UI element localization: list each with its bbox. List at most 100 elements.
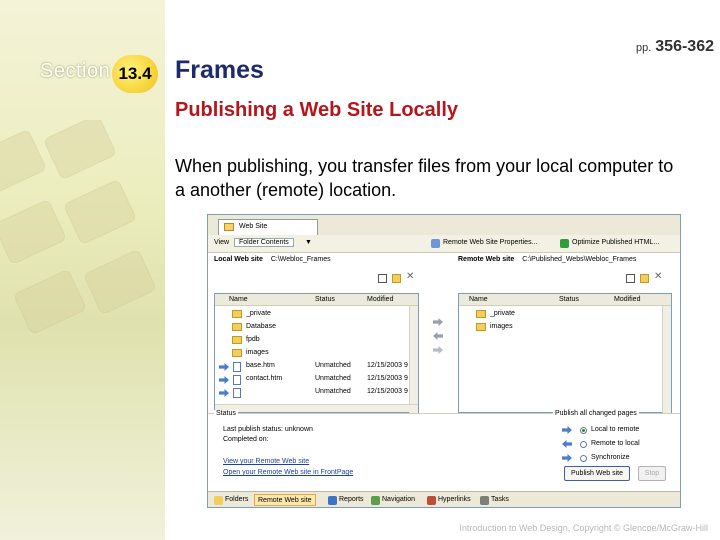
- item-modified: 12/15/2003 9: [367, 362, 408, 369]
- view-remote-site-link[interactable]: View your Remote Web site: [223, 458, 309, 465]
- local-vertical-scrollbar[interactable]: [409, 306, 418, 413]
- remote-site-header: Remote Web site C:\Published_Webs\Webloc…: [458, 256, 636, 268]
- remote-delete-icon[interactable]: ✕: [654, 271, 663, 282]
- list-item[interactable]: _private: [459, 308, 671, 321]
- remote-column-headers: Name Status Modified: [459, 294, 671, 306]
- item-name: _private: [490, 310, 515, 317]
- delete-icon[interactable]: ✕: [406, 271, 415, 282]
- radio-synchronize[interactable]: [580, 455, 587, 462]
- folder-icon: [232, 323, 242, 331]
- local-to-remote-icon: [562, 426, 572, 434]
- list-item[interactable]: Database: [215, 321, 418, 334]
- radio-local-to-remote[interactable]: [580, 427, 587, 434]
- remote-column-name[interactable]: Name: [469, 296, 488, 303]
- view-folders[interactable]: Folders: [225, 496, 248, 503]
- item-name: images: [490, 323, 513, 330]
- local-site-header: Local Web site C:\Webloc_Frames: [214, 256, 331, 268]
- option-synchronize[interactable]: Synchronize: [591, 454, 630, 461]
- sync-arrow-icon[interactable]: [433, 346, 443, 354]
- navigation-view-icon: [371, 496, 380, 505]
- hyperlinks-view-icon: [427, 496, 436, 505]
- folder-icon: [476, 310, 486, 318]
- list-item[interactable]: _private: [215, 308, 418, 321]
- remote-column-modified[interactable]: Modified: [614, 296, 640, 303]
- remote-new-folder-icon[interactable]: [640, 274, 649, 283]
- folder-icon: [476, 323, 486, 331]
- tab-label: Web Site: [239, 223, 268, 230]
- tab-web-site[interactable]: Web Site: [218, 219, 318, 235]
- view-label: View: [214, 239, 230, 246]
- folder-icon: [232, 349, 242, 357]
- item-status: Unmatched: [315, 362, 351, 369]
- pages-range: 356-362: [655, 38, 714, 55]
- view-remote-web-site[interactable]: Remote Web site: [254, 494, 316, 506]
- view-navigation[interactable]: Navigation: [382, 496, 415, 503]
- option-remote-to-local[interactable]: Remote to local: [591, 440, 640, 447]
- list-item[interactable]: base.htm Unmatched 12/15/2003 9: [215, 360, 418, 373]
- local-horizontal-scrollbar[interactable]: [215, 404, 418, 412]
- local-column-headers: Name Status Modified: [215, 294, 418, 306]
- option-local-to-remote[interactable]: Local to remote: [591, 426, 639, 433]
- section-number-badge: 13.4: [112, 55, 158, 93]
- keyboard-graphic: [0, 120, 156, 334]
- folders-view-icon: [214, 496, 223, 505]
- local-file-list: Name Status Modified _private Database fpd…: [214, 293, 419, 413]
- view-select[interactable]: Folder Contents: [234, 238, 294, 247]
- local-site-path: C:\Webloc_Frames: [270, 256, 331, 263]
- folder-icon: [224, 223, 234, 231]
- pages-prefix: pp.: [635, 42, 652, 54]
- item-name: fpdb: [246, 336, 260, 343]
- item-name: base.htm: [246, 362, 275, 369]
- column-modified[interactable]: Modified: [367, 296, 393, 303]
- unpublished-arrow-icon: [219, 389, 229, 397]
- radio-remote-to-local[interactable]: [580, 441, 587, 448]
- item-name: _private: [246, 310, 271, 317]
- remote-column-status[interactable]: Status: [559, 296, 579, 303]
- list-item[interactable]: Unmatched 12/15/2003 9: [215, 386, 418, 399]
- publish-toolbar: View Folder Contents ▼ Remote Web Site P…: [208, 235, 680, 253]
- list-item[interactable]: images: [215, 347, 418, 360]
- item-modified: 12/15/2003 9: [367, 375, 408, 382]
- optimize-icon: [560, 239, 569, 248]
- local-site-label: Local Web site: [214, 256, 263, 263]
- open-remote-site-link[interactable]: Open your Remote Web site in FrontPage: [223, 469, 353, 476]
- item-modified: 12/15/2003 9: [367, 388, 408, 395]
- publish-left-arrow-icon[interactable]: [433, 332, 443, 340]
- publish-web-site-button[interactable]: Publish Web site: [564, 466, 630, 481]
- view-hyperlinks[interactable]: Hyperlinks: [438, 496, 471, 503]
- publish-right-arrow-icon[interactable]: [433, 318, 443, 326]
- view-tasks[interactable]: Tasks: [491, 496, 509, 503]
- folder-icon: [232, 310, 242, 318]
- new-folder-icon[interactable]: [392, 274, 401, 283]
- remote-site-label: Remote Web site: [458, 256, 515, 263]
- slide-body: When publishing, you transfer files from…: [175, 156, 674, 200]
- view-reports[interactable]: Reports: [339, 496, 364, 503]
- status-last-publish: Last publish status: unknown: [223, 426, 313, 433]
- list-item[interactable]: contact.htm Unmatched 12/15/2003 9: [215, 373, 418, 386]
- slide-subtitle: Publishing a Web Site Locally: [175, 99, 459, 121]
- status-heading: Status: [214, 410, 238, 417]
- stop-button[interactable]: Stop: [638, 466, 666, 481]
- new-page-icon[interactable]: [378, 274, 387, 283]
- status-completed: Completed on:: [223, 436, 269, 443]
- remote-to-local-icon: [562, 440, 572, 448]
- remote-properties-button[interactable]: Remote Web Site Properties...: [443, 239, 537, 246]
- list-item[interactable]: fpdb: [215, 334, 418, 347]
- remote-new-page-icon[interactable]: [626, 274, 635, 283]
- column-status[interactable]: Status: [315, 296, 335, 303]
- item-name: contact.htm: [246, 375, 283, 382]
- list-item[interactable]: images: [459, 321, 671, 334]
- item-name: images: [246, 349, 269, 356]
- item-status: Unmatched: [315, 375, 351, 382]
- column-name[interactable]: Name: [229, 296, 248, 303]
- optimize-html-button[interactable]: Optimize Published HTML...: [572, 239, 659, 246]
- chevron-down-icon[interactable]: ▼: [305, 239, 312, 246]
- remote-vertical-scrollbar[interactable]: [662, 306, 671, 413]
- status-panel: Status Last publish status: unknown Comp…: [208, 410, 680, 491]
- section-label: Section: [40, 60, 111, 82]
- unpublished-arrow-icon: [219, 376, 229, 384]
- copyright-footer: Introduction to Web Design, Copyright © …: [459, 523, 708, 533]
- synchronize-icon: [562, 454, 572, 462]
- folder-icon: [232, 336, 242, 344]
- frontpage-publish-window: Web Site View Folder Contents ▼ Remote W…: [207, 214, 681, 508]
